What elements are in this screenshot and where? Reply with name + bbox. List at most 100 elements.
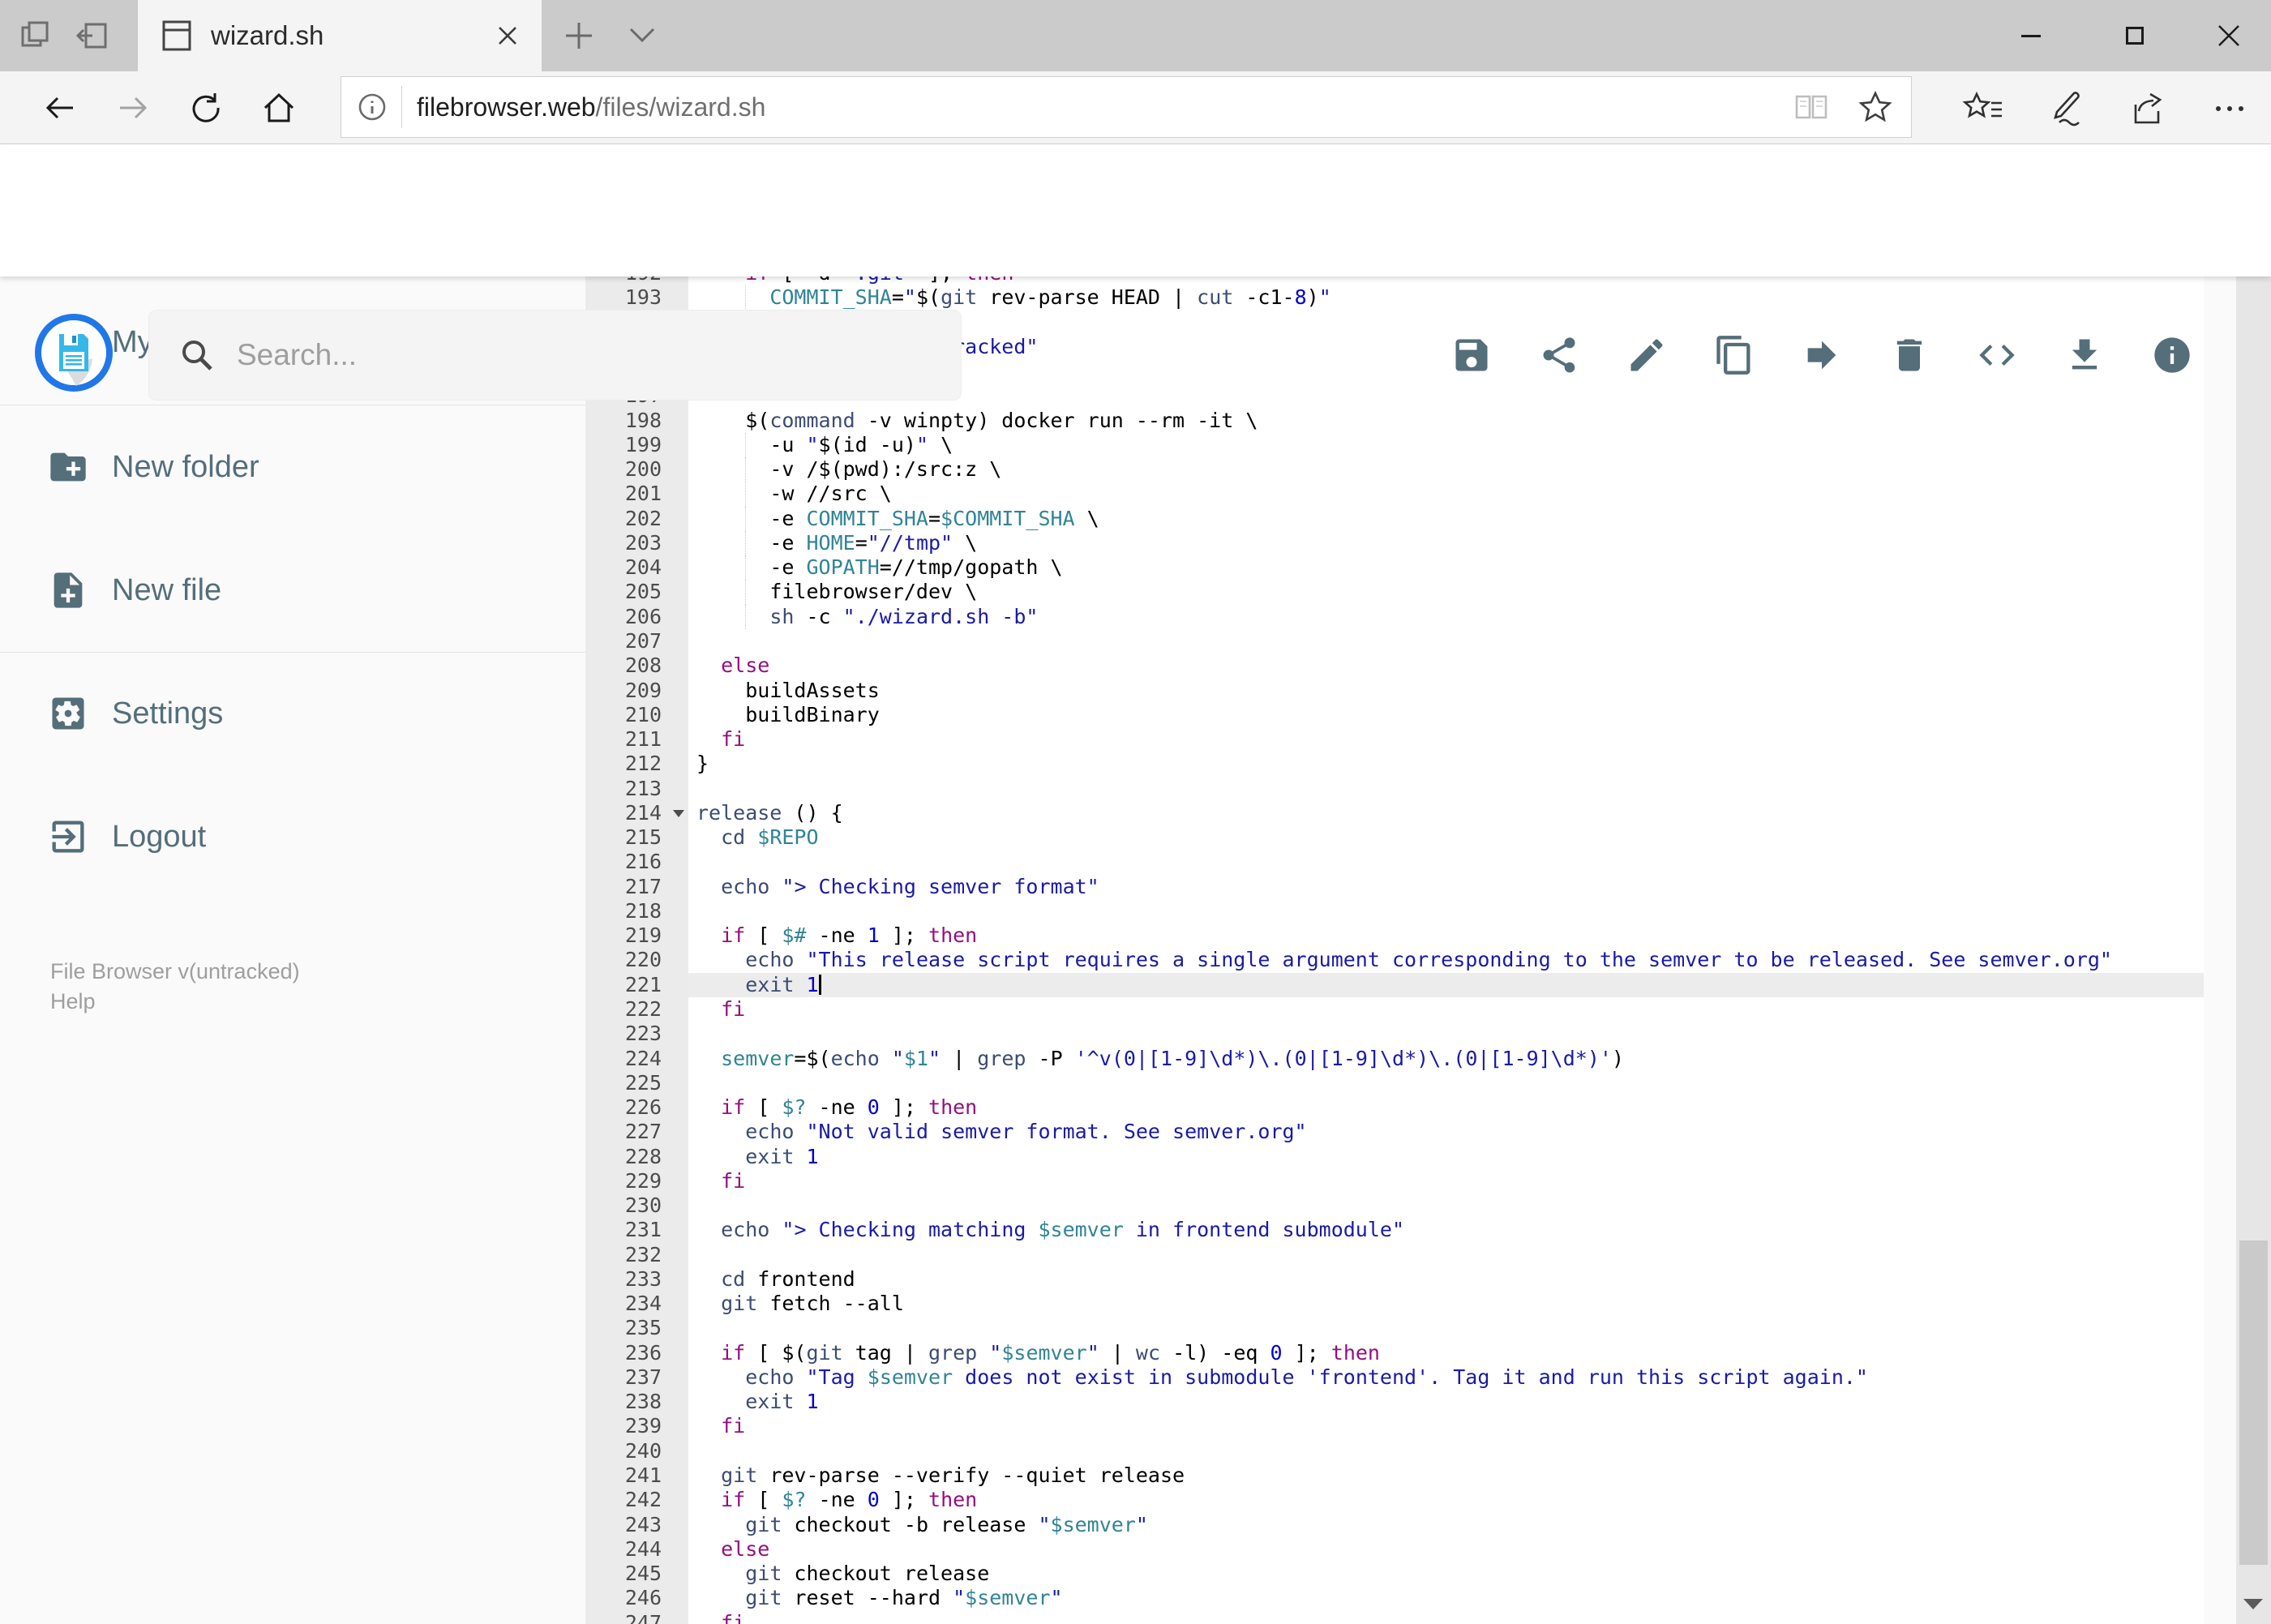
favorite-star-icon[interactable]	[1858, 90, 1893, 124]
code-line[interactable]: 215 cd $REPO	[585, 825, 2204, 851]
sidebar-item-new-file[interactable]: New file	[0, 546, 585, 635]
code-line[interactable]: 247 fi	[585, 1610, 2204, 1624]
back-button[interactable]	[42, 90, 78, 126]
tab-preview-button[interactable]	[18, 18, 54, 54]
sidebar-item-logout[interactable]: Logout	[0, 792, 585, 881]
tab-close-button[interactable]	[493, 21, 522, 50]
code-line[interactable]: 202 -e COMMIT_SHA=$COMMIT_SHA \	[585, 506, 2204, 531]
info-button[interactable]	[2146, 329, 2198, 381]
code-line[interactable]: 222 fi	[585, 996, 2204, 1022]
code-line[interactable]: 228 exit 1	[585, 1144, 2204, 1169]
annotate-pen-icon[interactable]	[2046, 90, 2085, 127]
chevron-down-icon	[629, 28, 655, 43]
code-line[interactable]: 237 echo "Tag $semver does not exist in …	[585, 1365, 2204, 1390]
code-line[interactable]: 245 git checkout release	[585, 1562, 2204, 1587]
search-box[interactable]	[148, 310, 962, 401]
code-line[interactable]: 206 sh -c "./wizard.sh -b"	[585, 604, 2204, 629]
code-line[interactable]: 216	[585, 850, 2204, 875]
code-line[interactable]: 212}	[585, 752, 2204, 777]
code-line[interactable]: 207	[585, 628, 2204, 654]
code-line[interactable]: 223	[585, 1022, 2204, 1047]
reading-view-icon[interactable]	[1793, 92, 1830, 122]
code-line[interactable]: 218	[585, 898, 2204, 924]
code-editor[interactable]: 192 if [ -d ".git" ]; then193 COMMIT_SHA…	[585, 276, 2204, 1624]
edit-button[interactable]	[1621, 329, 1673, 381]
code-line[interactable]: 246 git reset --hard "$semver"	[585, 1586, 2204, 1611]
code-line[interactable]: 230	[585, 1193, 2204, 1219]
code-line[interactable]: 242 if [ $? -ne 0 ]; then	[585, 1488, 2204, 1513]
tab-list-button[interactable]	[626, 24, 662, 49]
code-line[interactable]: 234 git fetch --all	[585, 1292, 2204, 1317]
code-line[interactable]: 208 else	[585, 653, 2204, 679]
home-button[interactable]	[261, 90, 297, 126]
page-scrollbar[interactable]	[2236, 144, 2271, 1624]
browser-tab[interactable]: wizard.sh	[138, 0, 542, 71]
code-line[interactable]: 192 if [ -d ".git" ]; then	[585, 276, 2204, 286]
code-line[interactable]: 231 echo "> Checking matching $semver in…	[585, 1218, 2204, 1243]
scrollbar-thumb[interactable]	[2239, 1240, 2268, 1565]
code-line[interactable]: 244 else	[585, 1536, 2204, 1562]
code-line[interactable]: 232	[585, 1242, 2204, 1267]
code-line[interactable]: 213	[585, 776, 2204, 801]
code-line[interactable]: 221 exit 1	[585, 972, 2204, 997]
help-link[interactable]: Help	[50, 989, 96, 1014]
code-line[interactable]: 241 git rev-parse --verify --quiet relea…	[585, 1463, 2204, 1489]
code-line[interactable]: 229 fi	[585, 1168, 2204, 1194]
address-bar[interactable]: filebrowser.web/files/wizard.sh	[341, 76, 1912, 138]
code-line-text: semver=$(echo "$1" | grep -P '^v(0|[1-9]…	[721, 1046, 1625, 1070]
code-line[interactable]: 235	[585, 1316, 2204, 1341]
code-line[interactable]: 233 cd frontend	[585, 1266, 2204, 1292]
save-button[interactable]	[1446, 329, 1498, 381]
code-line[interactable]: 205 filebrowser/dev \	[585, 580, 2204, 605]
code-line[interactable]: 217 echo "> Checking semver format"	[585, 874, 2204, 899]
code-line[interactable]: 239 fi	[585, 1414, 2204, 1439]
code-line[interactable]: 240	[585, 1438, 2204, 1464]
line-number: 233	[585, 1266, 688, 1292]
code-line[interactable]: 204 -e GOPATH=//tmp/gopath \	[585, 555, 2204, 581]
move-button[interactable]	[1796, 329, 1848, 381]
forward-button[interactable]	[115, 90, 151, 126]
code-line[interactable]: 200 -v /$(pwd):/src:z \	[585, 457, 2204, 482]
code-line[interactable]: 211 fi	[585, 727, 2204, 752]
minimize-button[interactable]	[1996, 0, 2066, 71]
more-options-icon[interactable]	[2209, 90, 2251, 127]
set-tabs-aside-button[interactable]	[75, 18, 110, 54]
code-line[interactable]: 193 COMMIT_SHA="$(git rev-parse HEAD | c…	[585, 285, 2204, 311]
filebrowser-logo[interactable]	[34, 313, 114, 392]
share-icon[interactable]	[2127, 90, 2166, 127]
share-button[interactable]	[1533, 329, 1585, 381]
code-line[interactable]: 219 if [ $# -ne 1 ]; then	[585, 923, 2204, 949]
code-line[interactable]: 238 exit 1	[585, 1390, 2204, 1415]
code-line[interactable]: 226 if [ $? -ne 0 ]; then	[585, 1095, 2204, 1121]
code-button[interactable]	[1971, 329, 2023, 381]
code-line[interactable]: 198 $(command -v winpty) docker run --rm…	[585, 408, 2204, 433]
code-line[interactable]: 201 -w //src \	[585, 482, 2204, 507]
hub-icon[interactable]	[1962, 90, 2004, 127]
scroll-down-icon[interactable]	[2243, 1599, 2263, 1609]
code-line[interactable]: 225	[585, 1070, 2204, 1096]
code-line[interactable]: 227 echo "Not valid semver format. See s…	[585, 1120, 2204, 1145]
code-line[interactable]: 243 git checkout -b release "$semver"	[585, 1512, 2204, 1537]
line-number: 214	[585, 800, 688, 826]
code-line-text: -e GOPATH=//tmp/gopath \	[688, 555, 2204, 581]
code-line[interactable]: 209 buildAssets	[585, 678, 2204, 703]
code-line[interactable]: 236 if [ $(git tag | grep "$semver" | wc…	[585, 1340, 2204, 1365]
maximize-button[interactable]	[2100, 0, 2170, 71]
copy-button[interactable]	[1708, 329, 1760, 381]
code-line[interactable]: 224 semver=$(echo "$1" | grep -P '^v(0|[…	[585, 1046, 2204, 1071]
code-line-text: -w //src \	[688, 482, 2204, 507]
fold-arrow-icon[interactable]	[673, 809, 684, 823]
code-line[interactable]: 199 -u "$(id -u)" \	[585, 432, 2204, 458]
code-line[interactable]: 214 release () {	[585, 800, 2204, 826]
search-input[interactable]	[237, 338, 885, 372]
code-line[interactable]: 220 echo "This release script requires a…	[585, 948, 2204, 973]
code-line[interactable]: 210 buildBinary	[585, 702, 2204, 728]
sidebar-item-new-folder[interactable]: New folder	[0, 422, 585, 512]
sidebar-item-settings[interactable]: Settings	[0, 669, 585, 758]
refresh-button[interactable]	[188, 90, 224, 126]
download-button[interactable]	[2059, 329, 2110, 381]
code-line[interactable]: 203 -e HOME="//tmp" \	[585, 530, 2204, 556]
window-close-button[interactable]	[2194, 0, 2264, 71]
new-tab-button[interactable]	[561, 18, 600, 54]
delete-button[interactable]	[1883, 329, 1935, 381]
